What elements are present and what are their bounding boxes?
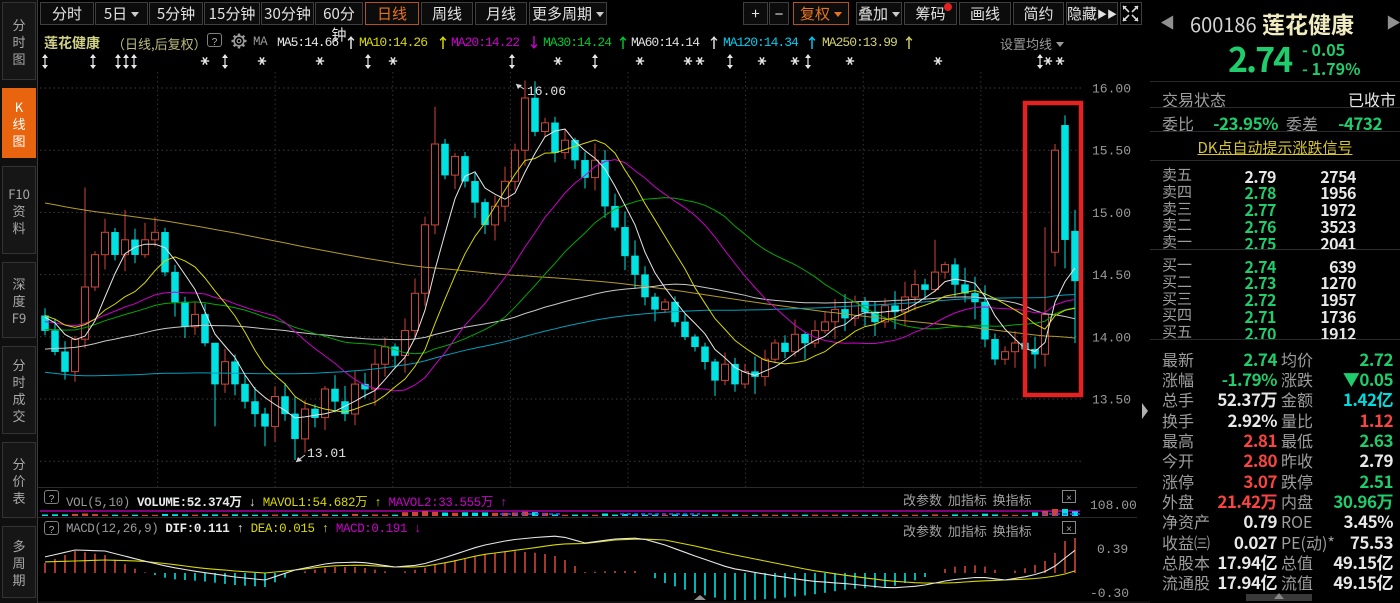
svg-text:14.00: 14.00 bbox=[1092, 330, 1131, 345]
svg-text:108.00: 108.00 bbox=[1090, 498, 1137, 513]
svg-text:16.00: 16.00 bbox=[1092, 82, 1131, 97]
svg-text:16.06: 16.06 bbox=[527, 84, 566, 99]
svg-text:15.00: 15.00 bbox=[1092, 206, 1131, 221]
svg-text:15.50: 15.50 bbox=[1092, 144, 1131, 159]
svg-text:-0.30: -0.30 bbox=[1090, 586, 1129, 601]
svg-text:0.39: 0.39 bbox=[1097, 542, 1128, 557]
svg-text:14.50: 14.50 bbox=[1092, 268, 1131, 283]
svg-text:13.01: 13.01 bbox=[307, 446, 346, 461]
svg-text:13.50: 13.50 bbox=[1092, 393, 1131, 408]
